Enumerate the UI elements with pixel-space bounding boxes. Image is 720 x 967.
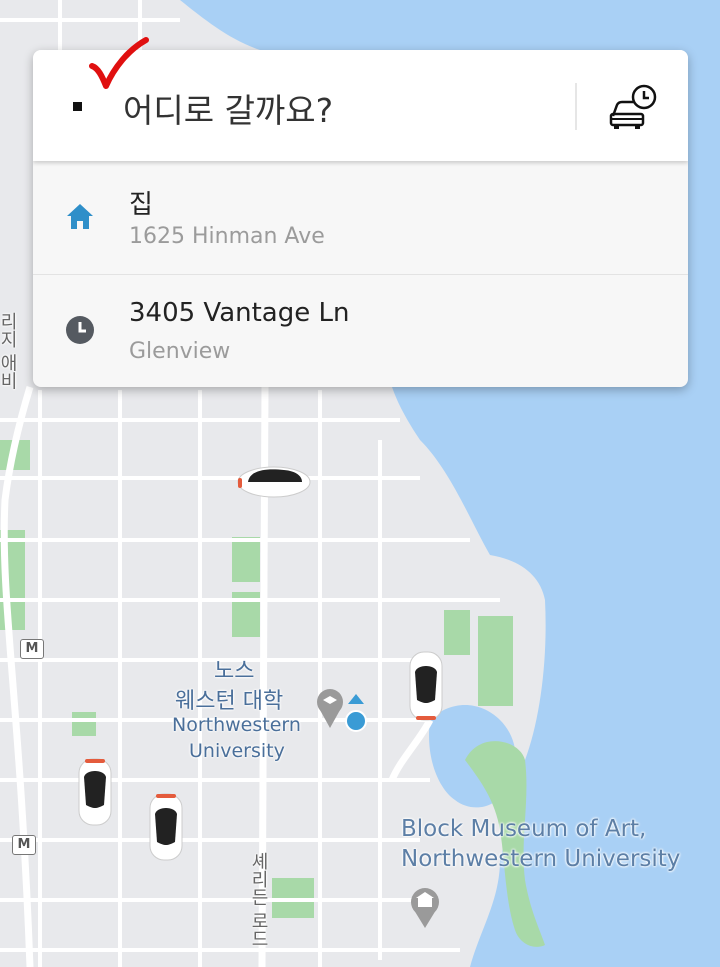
map-label-museum: Northwestern University xyxy=(401,846,681,872)
metro-station-icon[interactable]: M xyxy=(12,835,36,855)
map-label-university-en: Northwestern xyxy=(172,714,301,736)
divider xyxy=(575,83,577,130)
map-label-ridge-road: 리지 애비 xyxy=(0,312,18,390)
map-label-university-ko: 웨스턴 대학 xyxy=(175,689,284,714)
current-location-dot xyxy=(345,710,367,732)
saved-place-address: 1625 Hinman Ave xyxy=(129,224,325,249)
clock-icon xyxy=(66,316,94,344)
recent-place-subtitle: Glenview xyxy=(129,339,231,364)
destination-card: 어디로 갈까요? 집 1625 Hinman Ave 3405 Vantage … xyxy=(33,50,688,387)
car-icon xyxy=(237,466,311,498)
check-mark-icon xyxy=(89,37,149,89)
recent-place[interactable]: 3405 Vantage Ln Glenview xyxy=(33,275,688,387)
car-icon xyxy=(409,651,443,721)
saved-place-title: 집 xyxy=(129,190,153,220)
home-icon xyxy=(67,204,93,229)
destination-square-icon xyxy=(73,102,82,111)
where-to-prompt[interactable]: 어디로 갈까요? xyxy=(123,84,333,132)
metro-station-icon[interactable]: M xyxy=(20,639,44,659)
map-label-university-en: University xyxy=(189,740,285,762)
map-label-sheridan-road: 셰리든 로드 xyxy=(248,852,269,948)
map-label-museum: Block Museum of Art, xyxy=(401,816,647,842)
recent-place-title: 3405 Vantage Ln xyxy=(129,298,350,328)
saved-place-home[interactable]: 집 1625 Hinman Ave xyxy=(33,161,688,275)
car-icon xyxy=(149,793,183,861)
schedule-ride-icon[interactable] xyxy=(608,83,658,131)
map-label-university-ko: 노스 xyxy=(214,659,255,684)
car-icon xyxy=(78,758,112,826)
